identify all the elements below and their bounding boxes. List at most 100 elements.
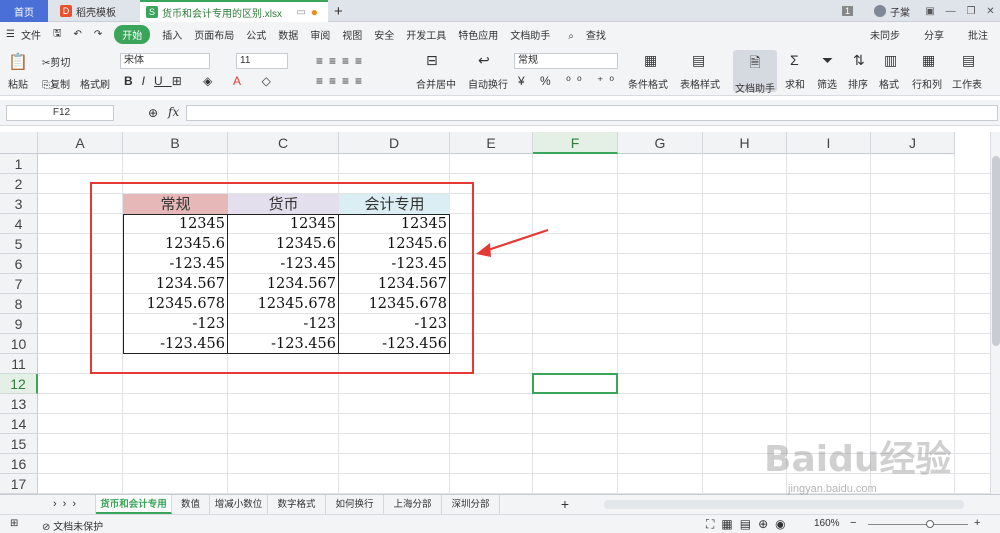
column-header-i[interactable]: I bbox=[787, 132, 871, 154]
column-header-j[interactable]: J bbox=[871, 132, 955, 154]
menu-item-review[interactable]: 审阅 bbox=[310, 27, 330, 42]
zoom-out-icon[interactable]: − bbox=[850, 517, 856, 529]
row-header-2[interactable]: 2 bbox=[0, 174, 38, 194]
column-header-g[interactable]: G bbox=[618, 132, 703, 154]
conditional-format-button[interactable]: 条件格式 bbox=[628, 76, 668, 91]
row-col-button[interactable]: 行和列 bbox=[912, 76, 942, 91]
redo-icon[interactable]: ↷ bbox=[94, 29, 102, 40]
share-button[interactable]: 分享 bbox=[918, 27, 950, 42]
skin-icon[interactable]: ▣ bbox=[925, 6, 934, 17]
sheet-tab-1[interactable]: 货币和会计专用 bbox=[96, 495, 172, 514]
tab-active-file[interactable]: S 货币和会计专用的区别.xlsx ▭ ● bbox=[140, 0, 328, 22]
close-icon[interactable]: ✕ bbox=[986, 6, 994, 17]
column-header-a[interactable]: A bbox=[38, 132, 123, 154]
save-icon[interactable]: 🖫 bbox=[53, 26, 62, 43]
zoom-formula-icon[interactable]: ⊕ bbox=[148, 106, 158, 120]
select-all-corner[interactable] bbox=[0, 132, 38, 154]
table-style-button[interactable]: 表格样式 bbox=[680, 76, 720, 91]
sheet-tab-5[interactable]: 如何换行 bbox=[326, 495, 384, 514]
hamburger-icon[interactable]: ☰ bbox=[6, 29, 15, 40]
align-buttons-2[interactable]: ≡≡≡≡ bbox=[316, 74, 368, 88]
menu-item-start[interactable]: 开始 bbox=[114, 24, 151, 44]
tab-home[interactable]: 首页 bbox=[0, 0, 48, 22]
new-tab-button[interactable]: + bbox=[334, 0, 343, 22]
menu-item-data[interactable]: 数据 bbox=[278, 27, 298, 42]
sheet-nav-buttons[interactable]: ››› bbox=[40, 495, 96, 514]
row-header-4[interactable]: 4 bbox=[0, 214, 38, 234]
row-header-6[interactable]: 6 bbox=[0, 254, 38, 274]
worksheet-button[interactable]: 工作表 bbox=[952, 76, 982, 91]
sheet-tab-2[interactable]: 数值 bbox=[172, 495, 210, 514]
macro-icon[interactable]: ⊞ bbox=[10, 518, 18, 529]
row-header-9[interactable]: 9 bbox=[0, 314, 38, 334]
row-header-16[interactable]: 16 bbox=[0, 454, 38, 474]
sheet-tab-3[interactable]: 增减小数位 bbox=[210, 495, 268, 514]
window-preview-icon[interactable]: ▭ bbox=[297, 7, 306, 18]
zoom-slider-thumb[interactable] bbox=[926, 520, 934, 528]
row-header-12[interactable]: 12 bbox=[0, 374, 38, 394]
vertical-scrollbar[interactable] bbox=[990, 132, 1000, 494]
zoom-in-icon[interactable]: + bbox=[974, 517, 980, 529]
column-header-f[interactable]: F bbox=[533, 132, 618, 154]
add-sheet-button[interactable]: + bbox=[554, 495, 576, 514]
doc-protect-status[interactable]: ⊘ 文档未保护 bbox=[42, 518, 103, 533]
menu-item-page-layout[interactable]: 页面布局 bbox=[194, 27, 234, 42]
merge-center-button[interactable]: 合并居中 bbox=[416, 76, 456, 91]
doc-helper-button[interactable]: 🗎 文档助手 bbox=[733, 50, 777, 95]
menu-file[interactable]: 文件 bbox=[21, 27, 41, 42]
menu-item-features[interactable]: 特色应用 bbox=[458, 27, 498, 42]
menu-item-developer[interactable]: 开发工具 bbox=[406, 27, 446, 42]
scroll-thumb[interactable] bbox=[992, 156, 1000, 346]
row-header-10[interactable]: 10 bbox=[0, 334, 38, 354]
wrap-text-button[interactable]: 自动换行 bbox=[468, 76, 508, 91]
zoom-level[interactable]: 160% bbox=[814, 518, 840, 529]
restore-icon[interactable]: ❐ bbox=[966, 6, 975, 17]
menu-item-security[interactable]: 安全 bbox=[374, 27, 394, 42]
column-header-d[interactable]: D bbox=[339, 132, 450, 154]
copy-button[interactable]: ⎘复制 bbox=[42, 76, 70, 91]
horizontal-scrollbar[interactable] bbox=[604, 500, 964, 509]
font-name-select[interactable]: 宋体 bbox=[120, 53, 210, 69]
formula-input[interactable] bbox=[186, 105, 998, 121]
row-header-13[interactable]: 13 bbox=[0, 394, 38, 414]
row-header-8[interactable]: 8 bbox=[0, 294, 38, 314]
sync-button[interactable]: 未同步 bbox=[864, 27, 906, 42]
sheet-tab-7[interactable]: 深圳分部 bbox=[442, 495, 500, 514]
comment-button[interactable]: 批注 bbox=[962, 27, 994, 42]
filter-button[interactable]: 筛选 bbox=[817, 76, 837, 91]
column-header-c[interactable]: C bbox=[228, 132, 339, 154]
fx-label[interactable]: fx bbox=[168, 105, 179, 119]
column-header-e[interactable]: E bbox=[450, 132, 533, 154]
row-header-1[interactable]: 1 bbox=[0, 154, 38, 174]
row-header-14[interactable]: 14 bbox=[0, 414, 38, 434]
name-box[interactable]: F12 bbox=[6, 105, 114, 121]
sort-button[interactable]: 排序 bbox=[848, 76, 868, 91]
row-header-3[interactable]: 3 bbox=[0, 194, 38, 214]
sum-button[interactable]: 求和 bbox=[785, 76, 805, 91]
tab-template[interactable]: D 稻壳模板 bbox=[52, 0, 136, 22]
view-mode-buttons[interactable]: ⛶▦▤⊕◉ bbox=[706, 517, 793, 532]
search-button[interactable]: ⌕ 查找 bbox=[562, 27, 612, 42]
font-style-buttons[interactable]: BIU⊞ ◈ A ◇ bbox=[124, 74, 280, 88]
menu-item-insert[interactable]: 插入 bbox=[162, 27, 182, 42]
sheet-tab-6[interactable]: 上海分部 bbox=[384, 495, 442, 514]
row-header-17[interactable]: 17 bbox=[0, 474, 38, 494]
align-buttons[interactable]: ≡≡≡≡ bbox=[316, 54, 368, 68]
number-buttons[interactable]: ¥ % ⁰⁰ ⁺⁰ bbox=[518, 74, 620, 88]
row-header-15[interactable]: 15 bbox=[0, 434, 38, 454]
menu-item-view[interactable]: 视图 bbox=[342, 27, 362, 42]
format-button[interactable]: 格式 bbox=[879, 76, 899, 91]
user-account[interactable]: 子棠 bbox=[874, 0, 910, 22]
row-header-11[interactable]: 11 bbox=[0, 354, 38, 374]
number-format-select[interactable]: 常规 bbox=[514, 53, 618, 69]
zoom-slider[interactable] bbox=[868, 524, 968, 525]
column-header-b[interactable]: B bbox=[123, 132, 228, 154]
menu-item-formula[interactable]: 公式 bbox=[246, 27, 266, 42]
sheet-tab-4[interactable]: 数字格式 bbox=[268, 495, 326, 514]
row-header-7[interactable]: 7 bbox=[0, 274, 38, 294]
menu-item-doc-helper[interactable]: 文档助手 bbox=[510, 27, 550, 42]
paste-icon[interactable]: 📋 bbox=[8, 52, 28, 72]
minimize-icon[interactable]: — bbox=[946, 6, 956, 17]
font-size-select[interactable]: 11 bbox=[236, 53, 288, 69]
column-header-h[interactable]: H bbox=[703, 132, 787, 154]
